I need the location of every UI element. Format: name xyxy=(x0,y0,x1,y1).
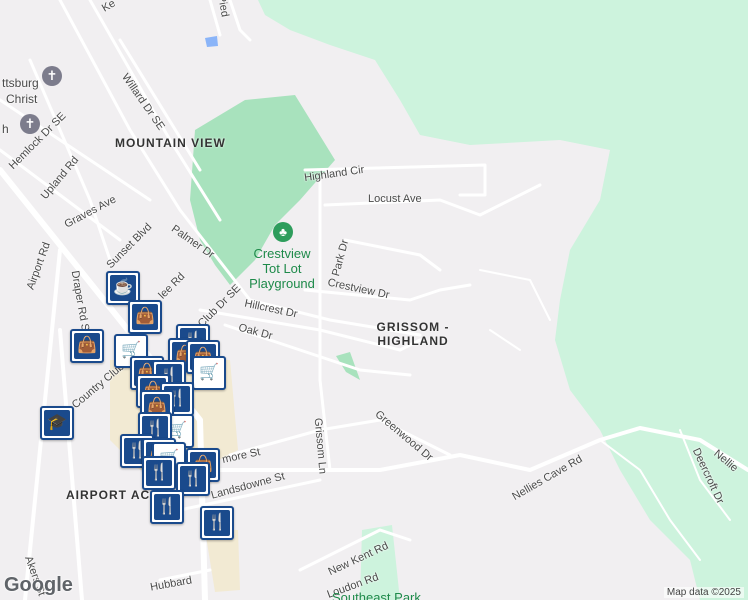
restaurant-icon[interactable]: 🍴 xyxy=(150,490,184,524)
park-name-line: Playground xyxy=(249,276,315,291)
shopping-bag-icon[interactable]: 👜 xyxy=(70,329,104,363)
park-name-line: Crestview xyxy=(253,246,311,261)
church-label: h xyxy=(2,122,9,136)
area-label-mountain-view: MOUNTAIN VIEW xyxy=(115,136,226,150)
water xyxy=(205,36,218,47)
park-name-line: Tot Lot xyxy=(262,261,302,276)
church-label: Christ xyxy=(6,92,38,106)
google-logo[interactable]: Google xyxy=(4,574,73,597)
southeast-park-label: Southeast Park xyxy=(332,590,421,600)
restaurant-icon[interactable]: 🍴 xyxy=(200,506,234,540)
forest-area xyxy=(258,0,748,600)
school-icon[interactable]: 🎓 xyxy=(40,406,74,440)
map-attribution[interactable]: Map data ©2025 xyxy=(663,587,744,598)
church-icon[interactable]: ✝ xyxy=(42,66,62,86)
shopping-cart-icon[interactable]: 🛒 xyxy=(192,356,226,390)
park-name[interactable]: Crestview Tot Lot Playground xyxy=(242,246,322,291)
restaurant-icon[interactable]: 🍴 xyxy=(142,456,176,490)
shopping-bag-icon[interactable]: 👜 xyxy=(128,300,162,334)
church-label: ttsburg xyxy=(2,76,39,90)
map-canvas[interactable]: MOUNTAIN VIEW GRISSOM - HIGHLAND AIRPORT… xyxy=(0,0,748,600)
park-icon[interactable]: ♣ xyxy=(273,222,293,242)
street-label: Locust Ave xyxy=(368,193,422,205)
area-label-airport: AIRPORT AC xyxy=(66,488,151,502)
area-label-grissom-highland: GRISSOM - HIGHLAND xyxy=(376,320,450,348)
church-icon[interactable]: ✝ xyxy=(20,114,40,134)
